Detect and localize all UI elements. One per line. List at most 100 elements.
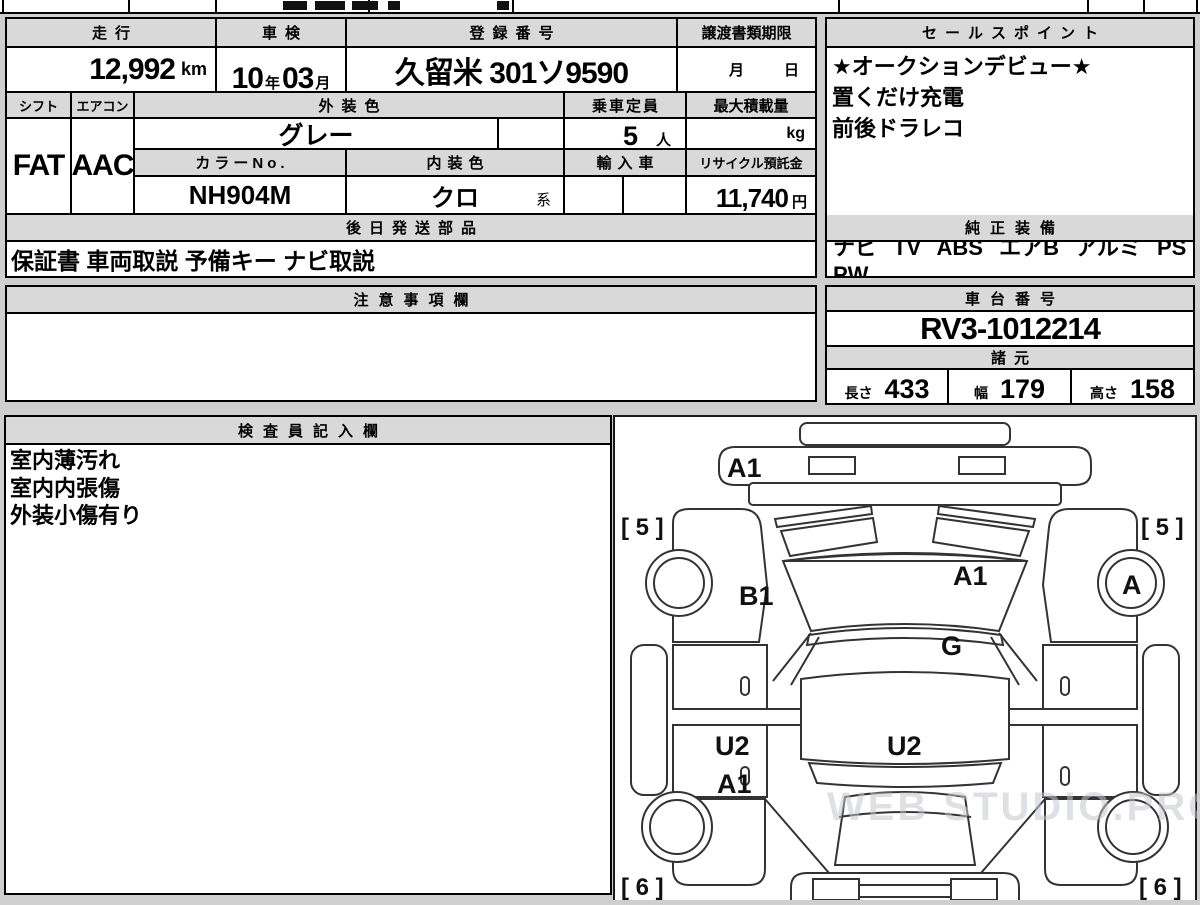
cutoff-text-fragment [283,1,307,10]
max-load-unit: kg [786,124,805,142]
tire-label-front-right: [ 5 ] [1141,514,1184,541]
width-value: 179 [999,374,1046,403]
sales-point-line: 置くだけ充電 [832,85,965,111]
inspection-month-unit: 月 [315,75,331,92]
mileage-unit: km [180,59,207,79]
later-parts-header: 後日発送部品 [7,215,815,242]
later-parts-value: 保証書 車両取説 予備キー ナビ取説 [7,242,815,276]
cutoff-grid-line [215,0,217,12]
tailgate [833,791,977,866]
chassis-panel: 車台番号 RV3-1012214 諸元 長さ 433 幅 179 高さ 158 [825,285,1195,405]
cutoff-text-fragment [497,1,509,10]
exterior-color-header: 外装色 [135,93,565,119]
sales-points-body: ★オークションデビュー★ 置くだけ充電 前後ドラレコ [827,48,1193,215]
aircon-value: AAC [72,119,135,215]
chassis-header: 車台番号 [827,287,1193,312]
cutoff-grid-line [2,0,4,12]
transfer-month-unit: 月 [728,62,744,79]
length-label: 長さ [844,385,873,401]
damage-label-front-bumper: A1 [727,453,762,483]
mileage-value-cell: 12,992 km [7,48,217,93]
rear-right-rim [1105,799,1161,855]
inspection-value-cell: 10 年 03 月 [217,48,347,93]
bumper-cutout-right [958,456,1006,475]
cutoff-grid-line [512,0,514,12]
left-front-door-handle [740,676,750,696]
cutoff-grid-line [1196,0,1198,12]
cutoff-grid-line [838,0,840,12]
registration-value: 久留米 301ソ9590 [347,48,678,93]
damage-label-left-fender: B1 [739,581,774,611]
transfer-day-unit: 日 [783,62,799,79]
notes-box: 注意事項欄 [5,285,817,402]
inspector-line: 室内薄汚れ [10,448,121,473]
shift-value: FAT [7,119,72,215]
import-car-value-cell-2 [624,177,687,215]
exterior-color-value: グレー [135,119,499,150]
import-car-header: 輸入車 [565,150,687,177]
left-sill [630,644,668,796]
chassis-value: RV3-1012214 [827,312,1193,347]
left-front-door [672,644,768,710]
recycle-deposit-value-cell: 11,740 円 [687,177,815,215]
vehicle-info-table: 走行 車検 登録番号 譲渡書類期限 12,992 km 10 年 03 月 久留… [5,17,817,278]
front-plate-bar [799,422,1011,446]
height-value: 158 [1129,374,1176,403]
transfer-deadline-header: 譲渡書類期限 [678,19,815,48]
right-rear-door [1042,724,1138,798]
max-load-header: 最大積載量 [687,93,815,119]
bumper-cutout-left [808,456,856,475]
inspection-header: 車検 [217,19,347,48]
equipment-value: ナビ TV ABS エアB アルミ PS PW [827,242,1193,276]
length-value: 433 [884,374,930,403]
tire-label-front-left: [ 5 ] [621,514,664,541]
sales-point-line: ★オークションデビュー★ [832,54,1092,79]
cutoff-grid-line [1143,0,1145,12]
interior-color-value: クロ [431,184,479,212]
inspection-year: 10 [231,62,264,93]
front-bumper [718,446,1092,486]
damage-label-roof: U2 [887,731,922,761]
rear-left-rim [649,799,705,855]
rear-window-band [807,761,1003,788]
equipment-header: 純正装備 [827,215,1193,242]
right-front-door [1042,644,1138,710]
auction-sheet-page: { "info": { "mileage": {"label": "走行", "… [0,0,1200,901]
recycle-deposit-unit: 円 [791,194,807,211]
cutoff-text-fragment [315,1,345,10]
sales-points-panel: セールスポイント ★オークションデビュー★ 置くだけ充電 前後ドラレコ 純正装備… [825,17,1195,278]
cutoff-grid-line [1087,0,1089,12]
aircon-header: エアコン [72,93,135,119]
length-cell: 長さ 433 [827,370,949,403]
color-no-value: NH904M [135,177,347,215]
notes-body [7,314,815,400]
damage-label-hood: A1 [953,561,988,591]
damage-label-right-front-wheel: A [1122,570,1142,600]
cowl-band [805,627,1005,647]
interior-color-value-cell: クロ 系 [347,177,565,215]
registration-header: 登録番号 [347,19,678,48]
rear-light-left [812,878,860,901]
width-cell: 幅 179 [949,370,1072,403]
tire-label-rear-right: [ 6 ] [1139,874,1182,900]
cutoff-grid-line [128,0,130,12]
front-left-rim [653,557,705,609]
inspection-month: 03 [282,62,314,93]
cutoff-table-row [0,0,1200,14]
cutoff-text-fragment [388,1,400,10]
recycle-deposit-value: 11,740 [715,183,789,213]
inspector-body: 室内薄汚れ 室内内張傷 外装小傷有り [6,445,610,893]
dimensions-header: 諸元 [827,347,1193,370]
right-rear-door-handle [1060,766,1070,786]
right-front-door-handle [1060,676,1070,696]
height-cell: 高さ 158 [1072,370,1193,403]
color-no-header: カラーNo. [135,150,347,177]
inspector-line: 室内内張傷 [10,475,121,501]
shift-header: シフト [7,93,72,119]
capacity-header: 乗車定員 [565,93,687,119]
cutoff-text-fragment [352,1,378,10]
damage-label-left-rear-door-lower: A1 [717,769,752,799]
transfer-deadline-value-cell: 月 日 [678,48,815,93]
hood [781,552,1029,633]
front-bumper-lower [748,482,1062,506]
